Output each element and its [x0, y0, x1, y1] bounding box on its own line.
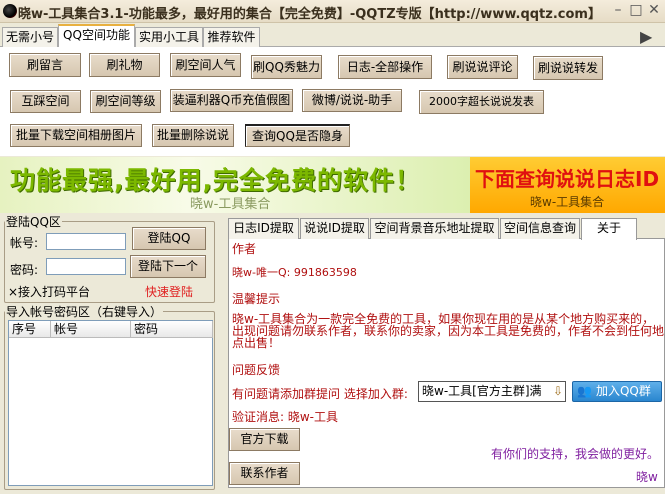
banner-slogan: 功能最强,最好用,完全免费的软件！	[10, 166, 421, 195]
banner-subtitle: 晓w-工具集合	[190, 197, 271, 212]
quick-login-link[interactable]: 快速登陆	[145, 283, 193, 300]
app-icon	[3, 4, 17, 18]
brush-comment-button[interactable]: 刷说说评论	[447, 55, 518, 79]
close-button[interactable]: ✕	[646, 2, 662, 18]
tab-bg-music[interactable]: 空间背景音乐地址提取	[370, 218, 499, 239]
account-list[interactable]: 序号 帐号 密码	[8, 320, 213, 486]
thanks-text: 有你们的支持，我会做的更好。	[491, 447, 660, 461]
banner-right-title: 下面查询说说日志ID	[475, 167, 660, 191]
author-qq: 晓w-唯一Q: 991863598	[232, 266, 357, 279]
signature: 晓w	[636, 470, 658, 484]
brush-message-button[interactable]: 刷留言	[9, 53, 81, 77]
official-download-button[interactable]: 官方下载	[229, 428, 300, 451]
login-group-title: 登陆QQ区	[6, 215, 61, 229]
tab-space-info[interactable]: 空间信息查询	[500, 218, 580, 239]
author-heading: 作者	[232, 242, 257, 256]
tab-blog-id[interactable]: 日志ID提取	[228, 218, 299, 239]
captcha-platform-checkbox[interactable]: ×接入打码平台	[8, 283, 90, 300]
join-qq-group-label: 加入QQ群	[595, 384, 651, 398]
fake-recharge-button[interactable]: 装逼利器Q币充值假图	[170, 89, 293, 112]
long-post-button[interactable]: 2000字超长说说发表	[419, 90, 544, 114]
minimize-button[interactable]: –	[610, 2, 626, 18]
window-title: 晓w-工具集合3.1-功能最多，最好用的集合【完全免费】-QQTZ专版【http…	[18, 7, 601, 22]
contact-author-button[interactable]: 联系作者	[229, 462, 300, 485]
tab-post-id[interactable]: 说说ID提取	[300, 218, 369, 239]
tab-scroll-right-icon[interactable]: ▶	[640, 27, 652, 46]
brush-gift-button[interactable]: 刷礼物	[89, 53, 160, 77]
mutual-visit-button[interactable]: 互踩空间	[10, 90, 81, 113]
password-label: 密码:	[10, 263, 39, 277]
blog-operations-button[interactable]: 日志-全部操作	[338, 55, 432, 79]
import-group-title: 导入帐号密码区（右键导入）	[6, 305, 163, 319]
check-invisible-button[interactable]: 查询QQ是否隐身	[245, 124, 350, 147]
brush-forward-button[interactable]: 刷说说转发	[533, 56, 603, 80]
tips-heading: 温馨提示	[232, 292, 281, 306]
login-next-button[interactable]: 登陆下一个	[130, 255, 206, 278]
group-users-icon: 👥	[577, 384, 592, 398]
group-select-value: 晓w-工具[官方主群]满	[422, 384, 542, 398]
account-input[interactable]	[46, 233, 126, 250]
join-qq-group-button[interactable]: 👥 加入QQ群	[572, 381, 662, 402]
delete-posts-button[interactable]: 批量删除说说	[152, 124, 234, 147]
download-album-button[interactable]: 批量下载空间相册图片	[10, 124, 142, 147]
dropdown-arrow-icon[interactable]: ⇩	[553, 382, 563, 401]
feedback-text: 有问题请添加群提问 选择加入群:	[232, 387, 408, 401]
column-index[interactable]: 序号	[9, 321, 51, 338]
tips-text: 晓w-工具集合为一款完全免费的工具，如果你现在用的是从某个地方购买来的，出现问题…	[232, 312, 665, 350]
banner-right-subtitle: 晓w-工具集合	[530, 195, 605, 209]
tab-qzone[interactable]: QQ空间功能	[58, 24, 135, 47]
password-input[interactable]	[46, 258, 126, 275]
feedback-heading: 问题反馈	[232, 363, 281, 377]
brush-qqshow-button[interactable]: 刷QQ秀魅力	[251, 55, 322, 79]
login-qq-button[interactable]: 登陆QQ	[132, 227, 206, 250]
weibo-helper-button[interactable]: 微博/说说-助手	[302, 89, 402, 112]
brush-popularity-button[interactable]: 刷空间人气	[170, 53, 241, 77]
tab-no-account[interactable]: 无需小号	[2, 27, 58, 47]
tab-about[interactable]: 关于	[581, 218, 637, 240]
column-password[interactable]: 密码	[131, 321, 213, 338]
maximize-button[interactable]: □	[628, 2, 644, 18]
group-select[interactable]: 晓w-工具[官方主群]满 ⇩	[418, 381, 566, 402]
tab-recommend[interactable]: 推荐软件	[203, 27, 260, 47]
tab-tools[interactable]: 实用小工具	[135, 27, 203, 47]
verify-message: 验证消息: 晓w-工具	[232, 410, 339, 424]
brush-level-button[interactable]: 刷空间等级	[90, 90, 161, 113]
account-label: 帐号:	[10, 236, 39, 250]
column-account[interactable]: 帐号	[51, 321, 131, 338]
